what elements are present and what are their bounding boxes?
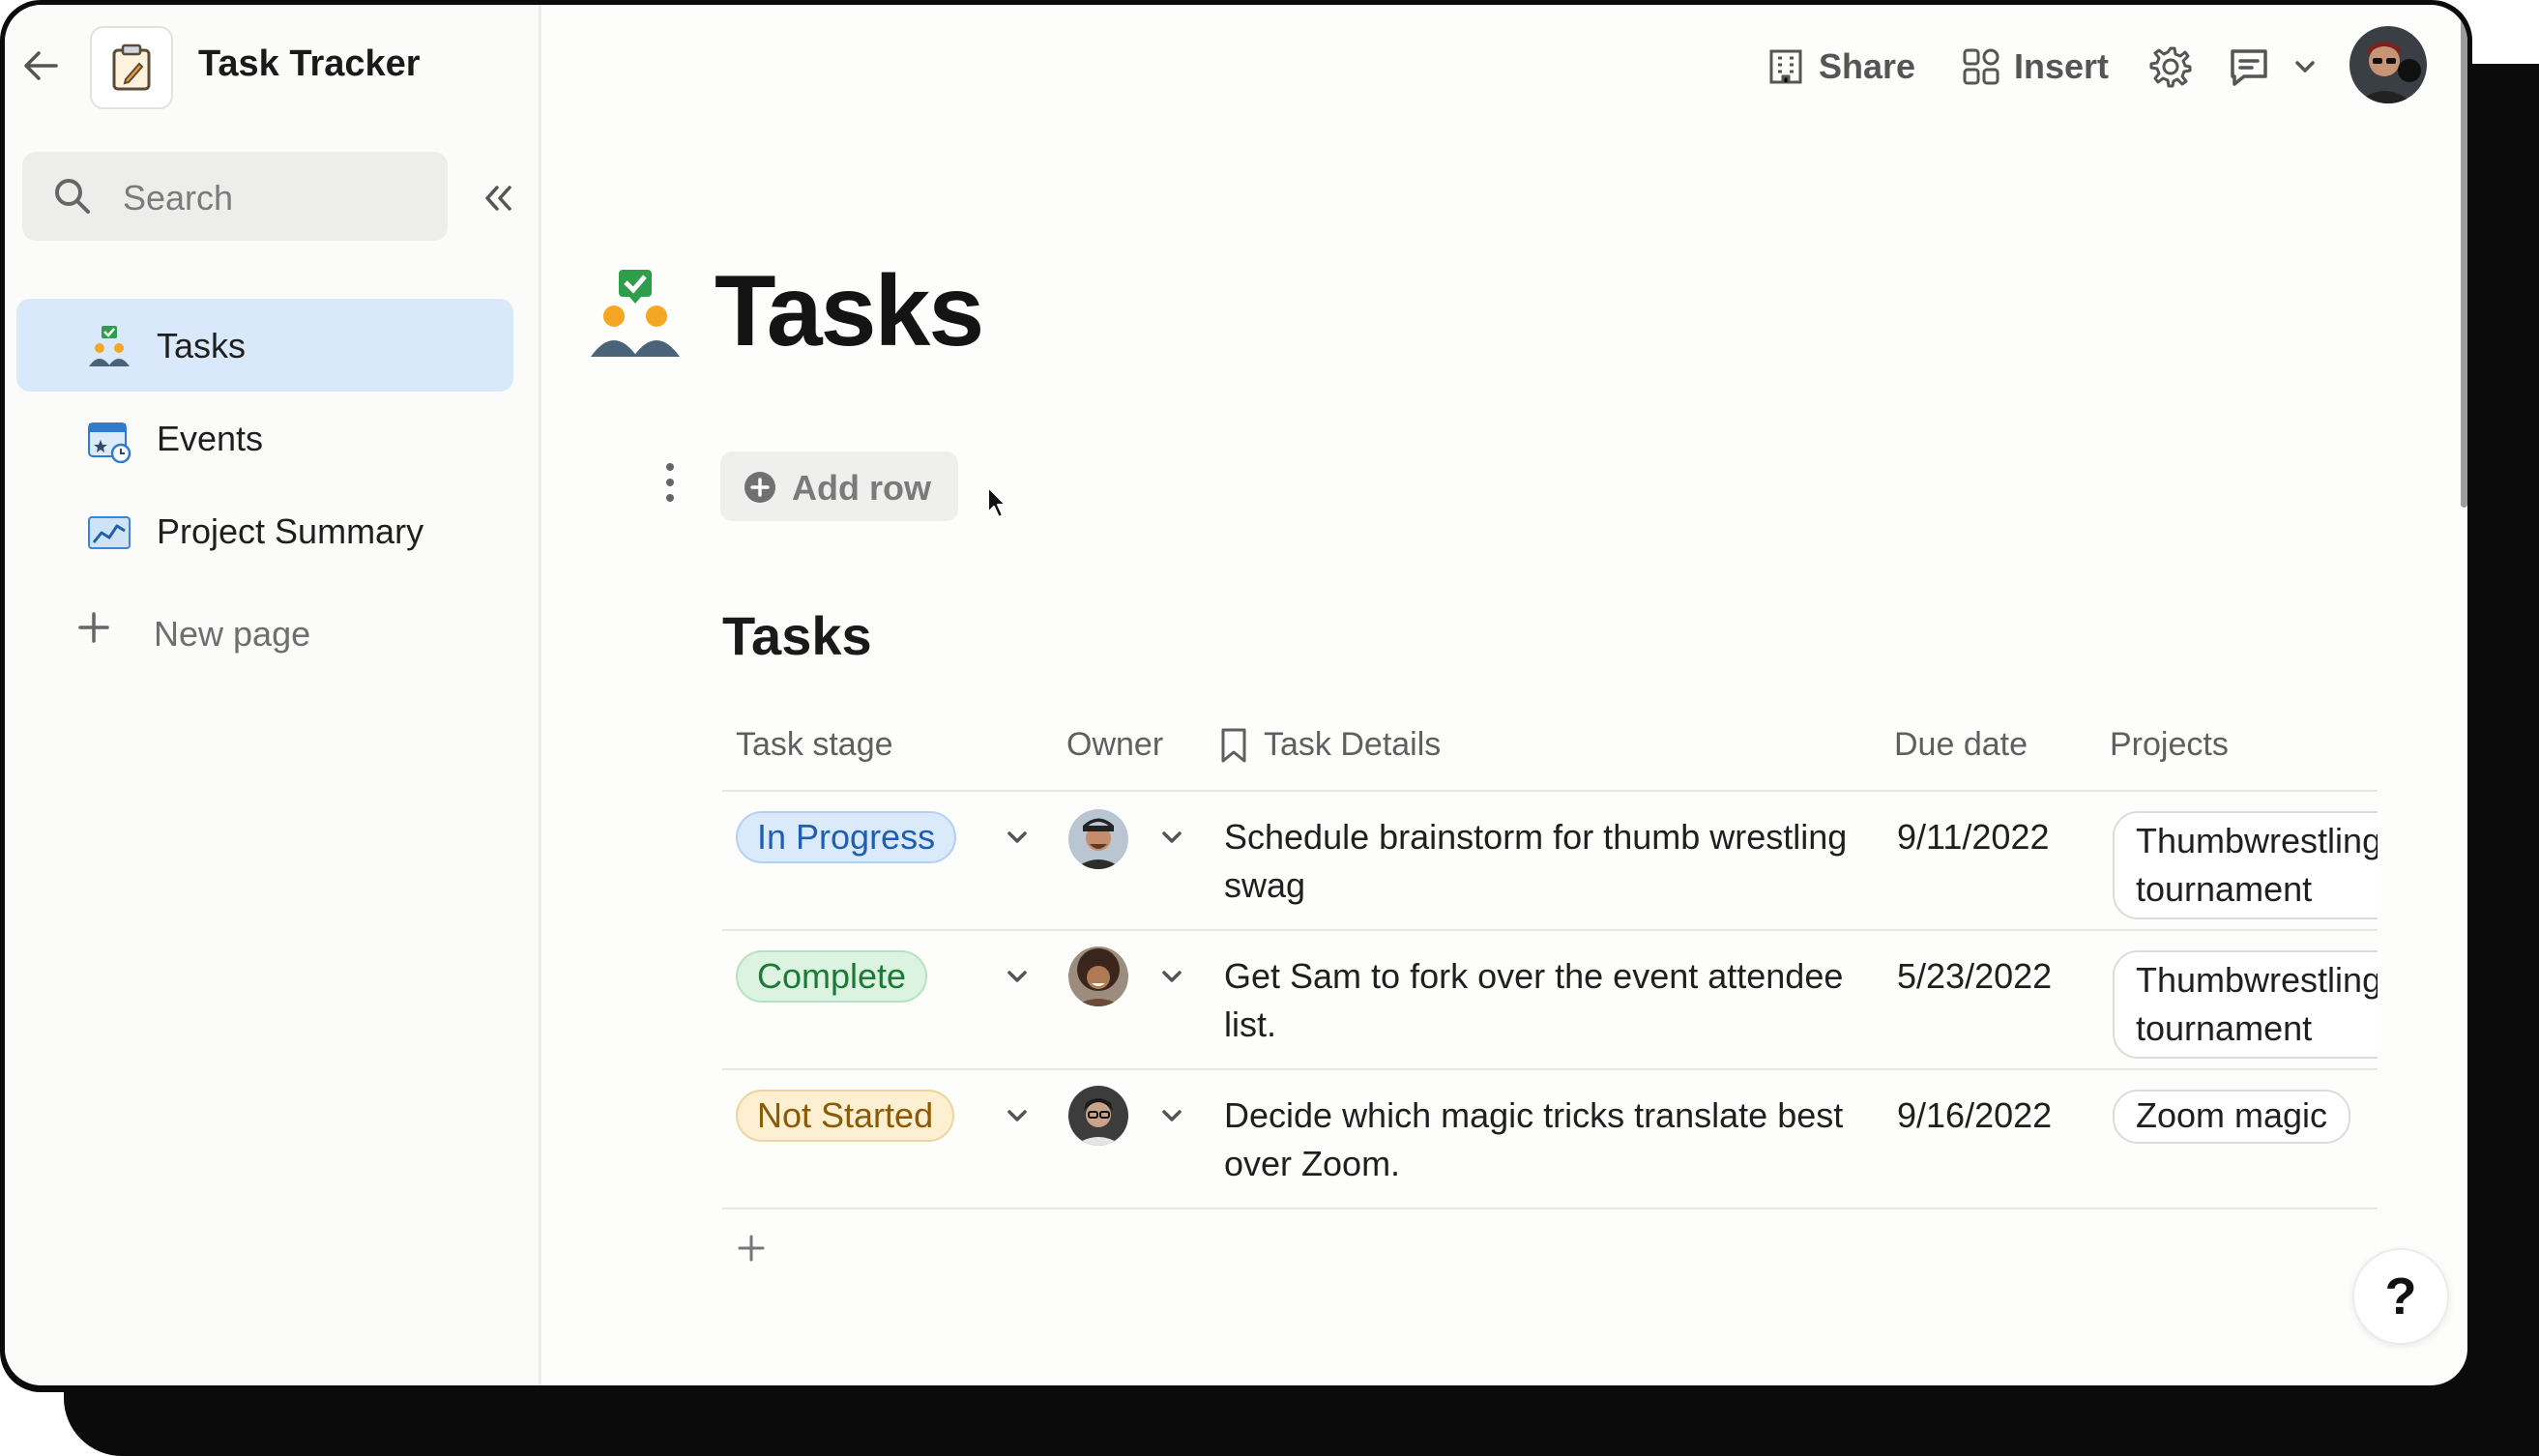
share-label: Share: [1819, 46, 1916, 86]
people-check-icon: [89, 326, 130, 366]
scrollbar[interactable]: [2461, 5, 2467, 508]
sidebar-item-events[interactable]: Events: [16, 392, 513, 484]
user-avatar[interactable]: [2349, 26, 2427, 103]
comment-icon: [2231, 49, 2267, 86]
app-window: Task Tracker Search Tasks Events Project…: [0, 0, 2472, 1392]
search-placeholder: Search: [123, 178, 234, 218]
column-header-task-stage[interactable]: Task stage: [736, 726, 893, 764]
people-check-icon: [591, 270, 680, 357]
column-header-label: Task Details: [1264, 726, 1442, 763]
chevron-down-icon[interactable]: [1157, 823, 1186, 852]
projects-column: Thumbwrestling tournament Thumbwrestling…: [2103, 778, 2378, 1223]
doc-icon[interactable]: [90, 26, 173, 109]
person-photo-icon: [1068, 946, 1128, 1006]
chevron-down-icon: [2295, 61, 2315, 73]
sidebar-header: Task Tracker: [5, 5, 539, 129]
chevron-down-icon[interactable]: [1003, 1101, 1032, 1130]
column-header-task-details[interactable]: Task Details: [1219, 726, 1441, 764]
plus-icon: [78, 612, 109, 643]
owner-avatar[interactable]: [1068, 1086, 1128, 1146]
project-chip[interactable]: Zoom magic: [2113, 1090, 2351, 1144]
mouse-cursor-icon: [987, 486, 1007, 518]
new-page-label: New page: [154, 614, 311, 654]
due-date-cell[interactable]: 5/23/2022: [1897, 952, 2052, 1001]
status-badge[interactable]: Complete: [736, 950, 928, 1003]
page-title[interactable]: Tasks: [715, 254, 984, 369]
plus-circle-icon: [744, 472, 775, 503]
chevron-down-icon[interactable]: [1157, 962, 1186, 991]
doc-title[interactable]: Task Tracker: [198, 44, 421, 85]
chevron-down-icon[interactable]: [1003, 823, 1032, 852]
comments-button[interactable]: [2227, 40, 2271, 94]
status-badge[interactable]: In Progress: [736, 811, 957, 863]
person-photo-icon: [1068, 1086, 1128, 1146]
double-chevron-left-icon: [485, 186, 511, 211]
owner-avatar[interactable]: [1068, 946, 1128, 1006]
sidebar-item-label: Events: [157, 419, 264, 458]
due-date-cell[interactable]: 9/11/2022: [1897, 813, 2049, 861]
back-button[interactable]: [18, 44, 63, 88]
project-chip[interactable]: Thumbwrestling tournament: [2113, 811, 2378, 919]
vertical-dots-icon: [666, 463, 674, 502]
column-header-projects[interactable]: Projects: [2110, 726, 2229, 764]
more-options-button[interactable]: [653, 459, 687, 506]
app-surface: Task Tracker Search Tasks Events Project…: [5, 5, 2467, 1385]
help-button[interactable]: ?: [2352, 1248, 2449, 1345]
sidebar-item-label: Tasks: [157, 326, 247, 365]
bookmark-icon: [1221, 728, 1246, 762]
building-icon: [1769, 49, 1802, 84]
search-icon: [55, 179, 90, 214]
calendar-clock-icon: [88, 422, 131, 463]
add-row-button[interactable]: Add row: [720, 451, 958, 521]
project-chip[interactable]: Thumbwrestling tournament: [2113, 950, 2378, 1059]
chevron-down-icon[interactable]: [1157, 1101, 1186, 1130]
status-badge[interactable]: Not Started: [736, 1090, 955, 1142]
column-header-due-date[interactable]: Due date: [1894, 726, 2028, 764]
task-details-cell[interactable]: Get Sam to fork over the event attendee …: [1224, 952, 1882, 1049]
add-table-row-button[interactable]: [732, 1229, 771, 1267]
chart-icon: [88, 516, 131, 549]
sidebar: Task Tracker Search Tasks Events Project…: [5, 5, 541, 1385]
sidebar-item-project-summary[interactable]: Project Summary: [16, 484, 513, 577]
sidebar-item-label: Project Summary: [157, 511, 424, 551]
share-button[interactable]: Share: [1766, 40, 1915, 94]
collapse-sidebar-button[interactable]: [471, 177, 525, 219]
settings-button[interactable]: [2149, 40, 2192, 94]
insert-label: Insert: [2014, 46, 2110, 86]
due-date-cell[interactable]: 9/16/2022: [1897, 1092, 2052, 1140]
owner-avatar[interactable]: [1068, 809, 1128, 869]
task-details-cell[interactable]: Decide which magic tricks translate best…: [1224, 1092, 1882, 1188]
arrow-left-icon: [24, 51, 58, 80]
chevron-down-icon[interactable]: [1003, 962, 1032, 991]
user-photo-icon: [2349, 26, 2427, 103]
task-details-cell[interactable]: Schedule brainstorm for thumb wrestling …: [1224, 813, 1882, 910]
column-header-owner[interactable]: Owner: [1066, 726, 1163, 764]
grid-plus-icon: [1963, 48, 1999, 85]
comments-dropdown[interactable]: [2292, 40, 2318, 94]
sidebar-item-tasks[interactable]: Tasks: [16, 299, 513, 392]
gear-icon: [2149, 46, 2192, 88]
search-input[interactable]: Search: [22, 152, 448, 241]
person-photo-icon: [1068, 809, 1128, 869]
plus-icon: [738, 1235, 765, 1262]
new-page-button[interactable]: New page: [76, 604, 424, 662]
table-title[interactable]: Tasks: [722, 604, 872, 667]
clipboard-pencil-icon: [112, 44, 151, 91]
insert-button[interactable]: Insert: [1962, 40, 2109, 94]
add-row-label: Add row: [792, 468, 931, 508]
